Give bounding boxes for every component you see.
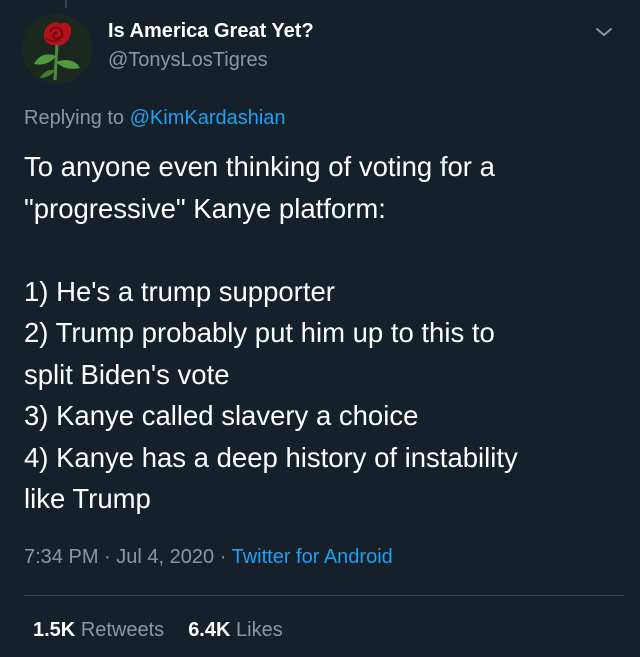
divider [24, 595, 624, 596]
likes-stat[interactable]: 6.4K Likes [188, 619, 283, 641]
tweet-text: To anyone even thinking of voting for a … [24, 151, 518, 514]
avatar[interactable] [22, 14, 92, 84]
rose-icon [22, 14, 92, 84]
tweet-time[interactable]: 7:34 PM [24, 546, 98, 568]
retweets-label: Retweets [80, 619, 165, 641]
tweet-source-link[interactable]: Twitter for Android [232, 546, 393, 568]
retweets-count: 1.5K [33, 619, 76, 641]
user-handle[interactable]: @TonysLosTigres [108, 49, 268, 72]
replying-to-line: Replying to @KimKardashian [24, 107, 286, 130]
tweet-menu-button[interactable] [592, 22, 616, 42]
replying-to-label: Replying to [24, 107, 125, 129]
tweet-stats: 1.5K Retweets 6.4K Likes [33, 619, 283, 642]
retweets-stat[interactable]: 1.5K Retweets [33, 619, 164, 641]
display-name[interactable]: Is America Great Yet? [108, 20, 314, 43]
likes-label: Likes [236, 619, 283, 641]
tweet-card: Is America Great Yet? @TonysLosTigres Re… [0, 0, 640, 657]
chevron-down-icon [596, 28, 612, 36]
meta-separator: · [104, 546, 111, 568]
likes-count: 6.4K [188, 619, 231, 641]
tweet-date[interactable]: Jul 4, 2020 [116, 546, 214, 568]
tweet-metadata: 7:34 PM · Jul 4, 2020 · Twitter for Andr… [24, 546, 393, 569]
thread-connector-line [65, 0, 67, 8]
meta-separator: · [219, 546, 227, 568]
replying-to-mention[interactable]: @KimKardashian [130, 107, 286, 129]
